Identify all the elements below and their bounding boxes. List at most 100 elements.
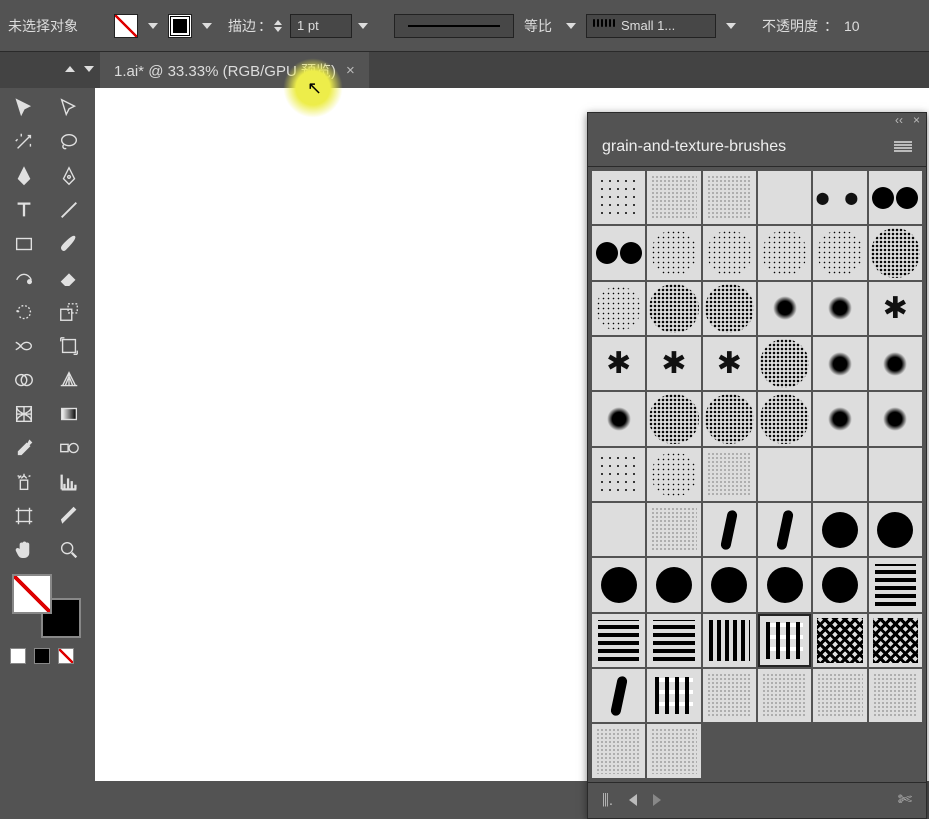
brush-swatch[interactable] (869, 503, 922, 556)
stroke-weight-input[interactable] (290, 14, 352, 38)
color-mode-gradient[interactable] (34, 648, 50, 664)
brush-swatch[interactable] (703, 337, 756, 390)
fill-swatch[interactable] (114, 14, 138, 38)
zoom-tool[interactable] (49, 534, 89, 566)
free-transform-tool[interactable] (49, 330, 89, 362)
brush-swatch[interactable] (592, 503, 645, 556)
brush-swatch[interactable] (647, 392, 700, 445)
brush-swatch[interactable] (703, 282, 756, 335)
brush-swatch[interactable] (758, 282, 811, 335)
brush-definition[interactable]: Small 1... (586, 14, 716, 38)
brush-swatch[interactable] (703, 171, 756, 224)
brush-swatch[interactable] (869, 226, 922, 279)
magic-wand-tool[interactable] (4, 126, 44, 158)
brush-swatch[interactable] (758, 337, 811, 390)
brush-swatch[interactable] (592, 392, 645, 445)
brush-swatch[interactable] (647, 226, 700, 279)
brush-swatch[interactable] (592, 558, 645, 611)
brush-swatch[interactable] (869, 558, 922, 611)
brush-swatch[interactable] (647, 337, 700, 390)
hand-tool[interactable] (4, 534, 44, 566)
brush-swatch[interactable] (758, 448, 811, 501)
gradient-tool[interactable] (49, 398, 89, 430)
panel-menu-icon[interactable] (894, 141, 912, 153)
stroke-profile-preview[interactable] (394, 14, 514, 38)
stroke-stepper[interactable] (274, 14, 288, 38)
brush-swatch[interactable] (647, 724, 700, 777)
brush-swatch[interactable] (647, 614, 700, 667)
rotate-tool[interactable] (4, 296, 44, 328)
shape-builder-tool[interactable] (4, 364, 44, 396)
library-icon[interactable]: ⫼. (602, 792, 613, 809)
brush-swatch[interactable] (647, 503, 700, 556)
stroke-dropdown[interactable] (198, 14, 216, 38)
brush-swatch[interactable] (592, 226, 645, 279)
brush-swatch[interactable] (869, 669, 922, 722)
line-segment-tool[interactable] (49, 194, 89, 226)
delete-brush-icon[interactable]: ✄ (898, 790, 912, 810)
scale-tool[interactable] (49, 296, 89, 328)
brush-swatch[interactable] (813, 171, 866, 224)
brush-swatch[interactable] (813, 614, 866, 667)
next-icon[interactable] (653, 794, 661, 806)
pen-tool[interactable] (4, 160, 44, 192)
brush-swatch[interactable] (869, 337, 922, 390)
perspective-grid-tool[interactable] (49, 364, 89, 396)
artboard-tool[interactable] (4, 500, 44, 532)
close-tab-icon[interactable]: × (346, 62, 355, 79)
stroke-swatch[interactable] (168, 14, 192, 38)
brush-swatch[interactable] (869, 448, 922, 501)
brush-swatch[interactable] (758, 614, 811, 667)
brush-swatch[interactable] (869, 614, 922, 667)
brush-swatch[interactable] (813, 282, 866, 335)
symbol-sprayer-tool[interactable] (4, 466, 44, 498)
brush-swatch[interactable] (869, 392, 922, 445)
brush-swatch[interactable] (592, 282, 645, 335)
brush-swatch[interactable] (703, 503, 756, 556)
brush-swatch[interactable] (647, 558, 700, 611)
stroke-weight-dropdown[interactable] (354, 14, 372, 38)
fill-stroke-indicator[interactable] (4, 574, 91, 644)
lasso-tool[interactable] (49, 126, 89, 158)
shaper-tool[interactable] (4, 262, 44, 294)
brush-swatch[interactable] (813, 558, 866, 611)
brush-swatch[interactable] (647, 669, 700, 722)
eyedropper-tool[interactable] (4, 432, 44, 464)
brush-swatch[interactable] (703, 448, 756, 501)
brush-swatch[interactable] (592, 171, 645, 224)
curvature-tool[interactable] (49, 160, 89, 192)
brush-swatch[interactable] (592, 448, 645, 501)
fill-dropdown[interactable] (144, 14, 162, 38)
tools-panel-toggle[interactable] (0, 52, 100, 88)
eraser-tool[interactable] (49, 262, 89, 294)
blend-tool[interactable] (49, 432, 89, 464)
brush-swatch[interactable] (758, 503, 811, 556)
brush-swatch[interactable] (703, 558, 756, 611)
paintbrush-tool[interactable] (49, 228, 89, 260)
color-mode-solid[interactable] (10, 648, 26, 664)
brush-swatch[interactable] (703, 614, 756, 667)
color-mode-none[interactable] (58, 648, 74, 664)
brush-swatch[interactable] (758, 171, 811, 224)
panel-collapse-icon[interactable]: ‹‹ (895, 113, 903, 127)
brush-swatch[interactable] (592, 724, 645, 777)
width-tool[interactable] (4, 330, 44, 362)
brush-swatch[interactable] (869, 171, 922, 224)
brush-swatch[interactable] (758, 226, 811, 279)
brush-swatch[interactable] (813, 337, 866, 390)
brush-swatch[interactable] (813, 448, 866, 501)
direct-selection-tool[interactable] (49, 92, 89, 124)
brush-swatch[interactable] (592, 337, 645, 390)
type-tool[interactable] (4, 194, 44, 226)
brush-swatch[interactable] (813, 226, 866, 279)
brush-swatch[interactable] (647, 282, 700, 335)
fill-color-box[interactable] (12, 574, 52, 614)
brush-swatch[interactable] (758, 558, 811, 611)
column-graph-tool[interactable] (49, 466, 89, 498)
rectangle-tool[interactable] (4, 228, 44, 260)
brush-swatch[interactable] (703, 226, 756, 279)
slice-tool[interactable] (49, 500, 89, 532)
brush-swatch[interactable] (703, 392, 756, 445)
selection-tool[interactable] (4, 92, 44, 124)
prev-icon[interactable] (629, 794, 637, 806)
